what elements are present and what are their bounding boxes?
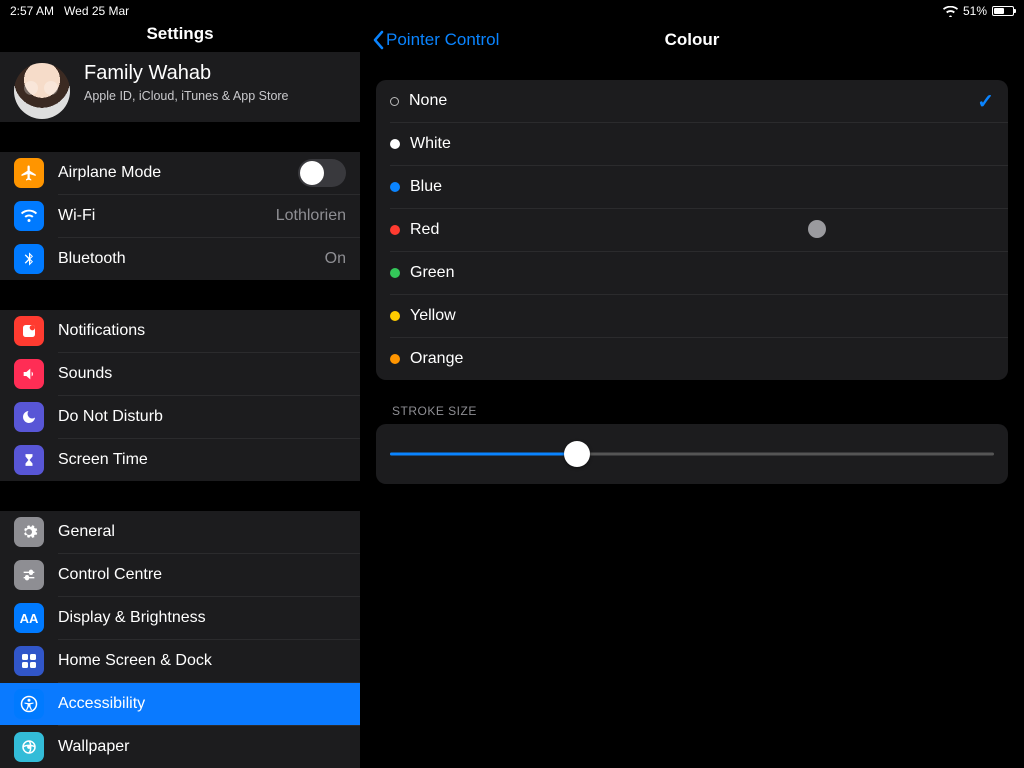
colour-options-list: None ✓ White Blue Red Green: [376, 80, 1008, 380]
wallpaper-icon: [14, 732, 44, 762]
wifi-settings-icon: [14, 201, 44, 231]
controlcentre-icon: [14, 560, 44, 590]
accessibility-label: Accessibility: [58, 695, 346, 713]
colour-option-none[interactable]: None ✓: [376, 80, 1008, 122]
homescreen-label: Home Screen & Dock: [58, 652, 346, 670]
swatch-yellow-icon: [390, 311, 400, 321]
stroke-size-label: Stroke Size: [392, 404, 1008, 418]
airplane-toggle[interactable]: [298, 159, 346, 187]
colour-yellow-label: Yellow: [410, 307, 994, 325]
check-icon: ✓: [977, 89, 994, 114]
colour-option-orange[interactable]: Orange: [376, 338, 1008, 380]
airplane-icon: [14, 158, 44, 188]
sounds-icon: [14, 359, 44, 389]
pointer-cursor-icon: [808, 220, 826, 238]
status-time: 2:57 AM: [10, 4, 54, 18]
colour-red-label: Red: [410, 221, 994, 239]
swatch-red-icon: [390, 225, 400, 235]
back-button[interactable]: Pointer Control: [372, 30, 499, 50]
colour-none-label: None: [409, 92, 977, 110]
sidebar-item-wifi[interactable]: Wi-Fi Lothlorien: [0, 195, 360, 237]
battery-icon: [992, 6, 1014, 16]
screentime-icon: [14, 445, 44, 475]
colour-white-label: White: [410, 135, 994, 153]
sidebar-item-wallpaper[interactable]: Wallpaper: [0, 726, 360, 768]
sidebar-item-notifications[interactable]: Notifications: [0, 310, 360, 352]
slider-thumb[interactable]: [564, 441, 590, 467]
general-label: General: [58, 523, 346, 541]
dnd-icon: [14, 402, 44, 432]
sounds-label: Sounds: [58, 365, 346, 383]
status-battery-pct: 51%: [963, 4, 987, 18]
swatch-blue-icon: [390, 182, 400, 192]
detail-navbar: Pointer Control Colour: [360, 22, 1024, 58]
profile-name: Family Wahab: [84, 63, 289, 83]
sidebar-item-homescreen[interactable]: Home Screen & Dock: [0, 640, 360, 682]
detail-pane: Pointer Control Colour None ✓ White Blue: [360, 22, 1024, 768]
sidebar-item-display[interactable]: AA Display & Brightness: [0, 597, 360, 639]
swatch-white-icon: [390, 139, 400, 149]
back-label: Pointer Control: [386, 30, 499, 50]
slider-track: [390, 453, 994, 456]
swatch-none-icon: [390, 97, 399, 106]
swatch-orange-icon: [390, 354, 400, 364]
stroke-size-slider[interactable]: [390, 440, 994, 468]
colour-green-label: Green: [410, 264, 994, 282]
swatch-green-icon: [390, 268, 400, 278]
sidebar-item-accessibility[interactable]: Accessibility: [0, 683, 360, 725]
general-icon: [14, 517, 44, 547]
dnd-label: Do Not Disturb: [58, 408, 346, 426]
bluetooth-value: On: [325, 250, 346, 268]
homescreen-icon: [14, 646, 44, 676]
status-bar: 2:57 AM Wed 25 Mar 51%: [0, 0, 1024, 22]
avatar: [14, 63, 70, 119]
colour-option-blue[interactable]: Blue: [376, 166, 1008, 208]
sidebar-item-general[interactable]: General: [0, 511, 360, 553]
detail-title: Colour: [665, 30, 720, 50]
bluetooth-label: Bluetooth: [58, 250, 325, 268]
notifications-icon: [14, 316, 44, 346]
sidebar-item-profile[interactable]: Family Wahab Apple ID, iCloud, iTunes & …: [0, 52, 360, 122]
colour-option-white[interactable]: White: [376, 123, 1008, 165]
display-label: Display & Brightness: [58, 609, 346, 627]
wifi-label: Wi-Fi: [58, 207, 276, 225]
stroke-size-card: [376, 424, 1008, 484]
sidebar-item-dnd[interactable]: Do Not Disturb: [0, 396, 360, 438]
sidebar-title: Settings: [0, 22, 360, 52]
profile-subtitle: Apple ID, iCloud, iTunes & App Store: [84, 89, 289, 103]
status-date: Wed 25 Mar: [64, 4, 129, 18]
accessibility-icon: [14, 689, 44, 719]
colour-option-green[interactable]: Green: [376, 252, 1008, 294]
wifi-icon: [943, 6, 958, 17]
wallpaper-label: Wallpaper: [58, 738, 346, 756]
notifications-label: Notifications: [58, 322, 346, 340]
colour-option-red[interactable]: Red: [376, 209, 1008, 251]
controlcentre-label: Control Centre: [58, 566, 346, 584]
screentime-label: Screen Time: [58, 451, 346, 469]
sidebar-item-sounds[interactable]: Sounds: [0, 353, 360, 395]
sidebar-item-controlcentre[interactable]: Control Centre: [0, 554, 360, 596]
chevron-left-icon: [372, 30, 384, 50]
sidebar-item-screentime[interactable]: Screen Time: [0, 439, 360, 481]
settings-sidebar: Settings Family Wahab Apple ID, iCloud, …: [0, 22, 360, 768]
colour-option-yellow[interactable]: Yellow: [376, 295, 1008, 337]
display-icon: AA: [14, 603, 44, 633]
wifi-value: Lothlorien: [276, 207, 346, 225]
colour-blue-label: Blue: [410, 178, 994, 196]
sidebar-item-bluetooth[interactable]: Bluetooth On: [0, 238, 360, 280]
colour-orange-label: Orange: [410, 350, 994, 368]
sidebar-item-airplane[interactable]: Airplane Mode: [0, 152, 360, 194]
airplane-label: Airplane Mode: [58, 164, 298, 182]
bluetooth-icon: [14, 244, 44, 274]
